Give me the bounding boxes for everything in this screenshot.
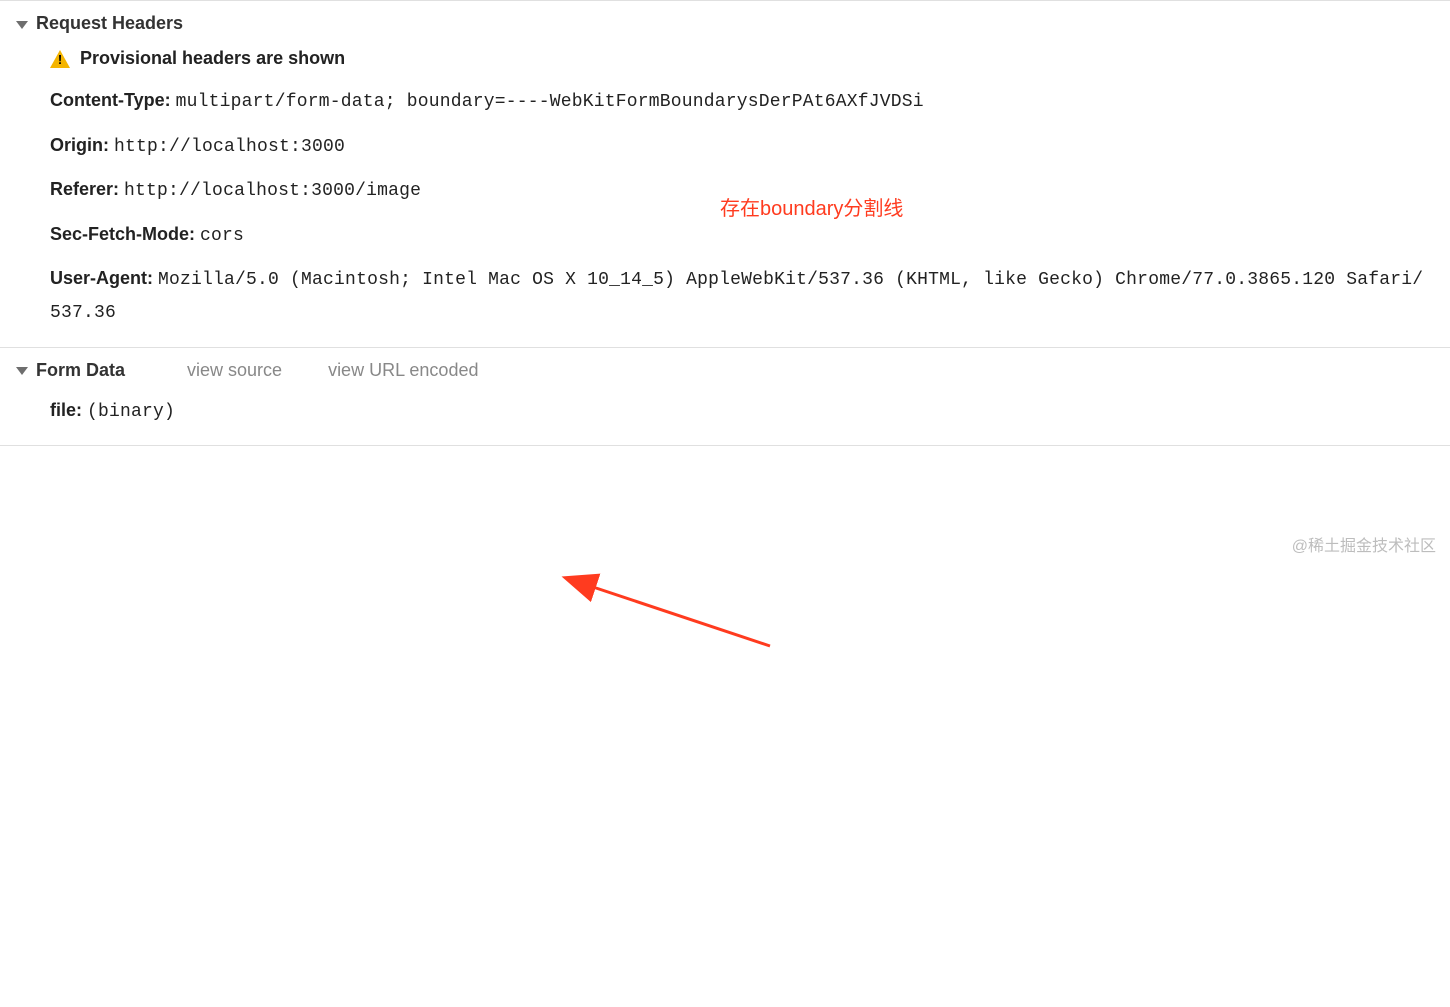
header-key: Content-Type: (50, 90, 171, 110)
header-value: http://localhost:3000 (114, 137, 345, 157)
form-data-body: file: (binary) (0, 387, 1450, 438)
annotation-text: 存在boundary分割线 (720, 192, 903, 221)
request-headers-toggle[interactable]: Request Headers (0, 9, 1450, 40)
header-content-type: Content-Type: multipart/form-data; bound… (50, 79, 1434, 124)
header-key: Referer: (50, 179, 119, 199)
provisional-warning-text: Provisional headers are shown (80, 48, 345, 69)
form-key: file: (50, 400, 82, 420)
header-value: cors (200, 226, 244, 246)
header-origin: Origin: http://localhost:3000 (50, 124, 1434, 169)
form-data-toggle[interactable]: Form Data view source view URL encoded (0, 356, 1450, 387)
header-key: Sec-Fetch-Mode: (50, 224, 195, 244)
request-headers-body: ! Provisional headers are shown Content-… (0, 40, 1450, 339)
header-key: Origin: (50, 135, 109, 155)
header-key: User-Agent: (50, 268, 153, 288)
view-source-link[interactable]: view source (187, 360, 282, 381)
request-headers-title: Request Headers (36, 13, 183, 34)
form-data-title: Form Data (36, 360, 125, 381)
triangle-down-icon (16, 21, 28, 29)
watermark: @稀土掘金技术社区 (1292, 532, 1436, 556)
request-headers-section: Request Headers ! Provisional headers ar… (0, 0, 1450, 348)
provisional-warning-row: ! Provisional headers are shown (50, 42, 1434, 79)
header-value: multipart/form-data; boundary=----WebKit… (176, 92, 924, 112)
header-value: http://localhost:3000/image (124, 181, 421, 201)
annotation-arrow-icon (0, 446, 1450, 1007)
header-user-agent: User-Agent: Mozilla/5.0 (Macintosh; Inte… (50, 257, 1434, 334)
triangle-down-icon (16, 367, 28, 375)
form-data-section: Form Data view source view URL encoded f… (0, 348, 1450, 447)
form-value: (binary) (87, 402, 175, 422)
form-field-file: file: (binary) (50, 389, 1434, 434)
warning-icon: ! (50, 50, 70, 68)
view-url-encoded-link[interactable]: view URL encoded (328, 360, 478, 381)
header-value: Mozilla/5.0 (Macintosh; Intel Mac OS X 1… (50, 270, 1423, 323)
